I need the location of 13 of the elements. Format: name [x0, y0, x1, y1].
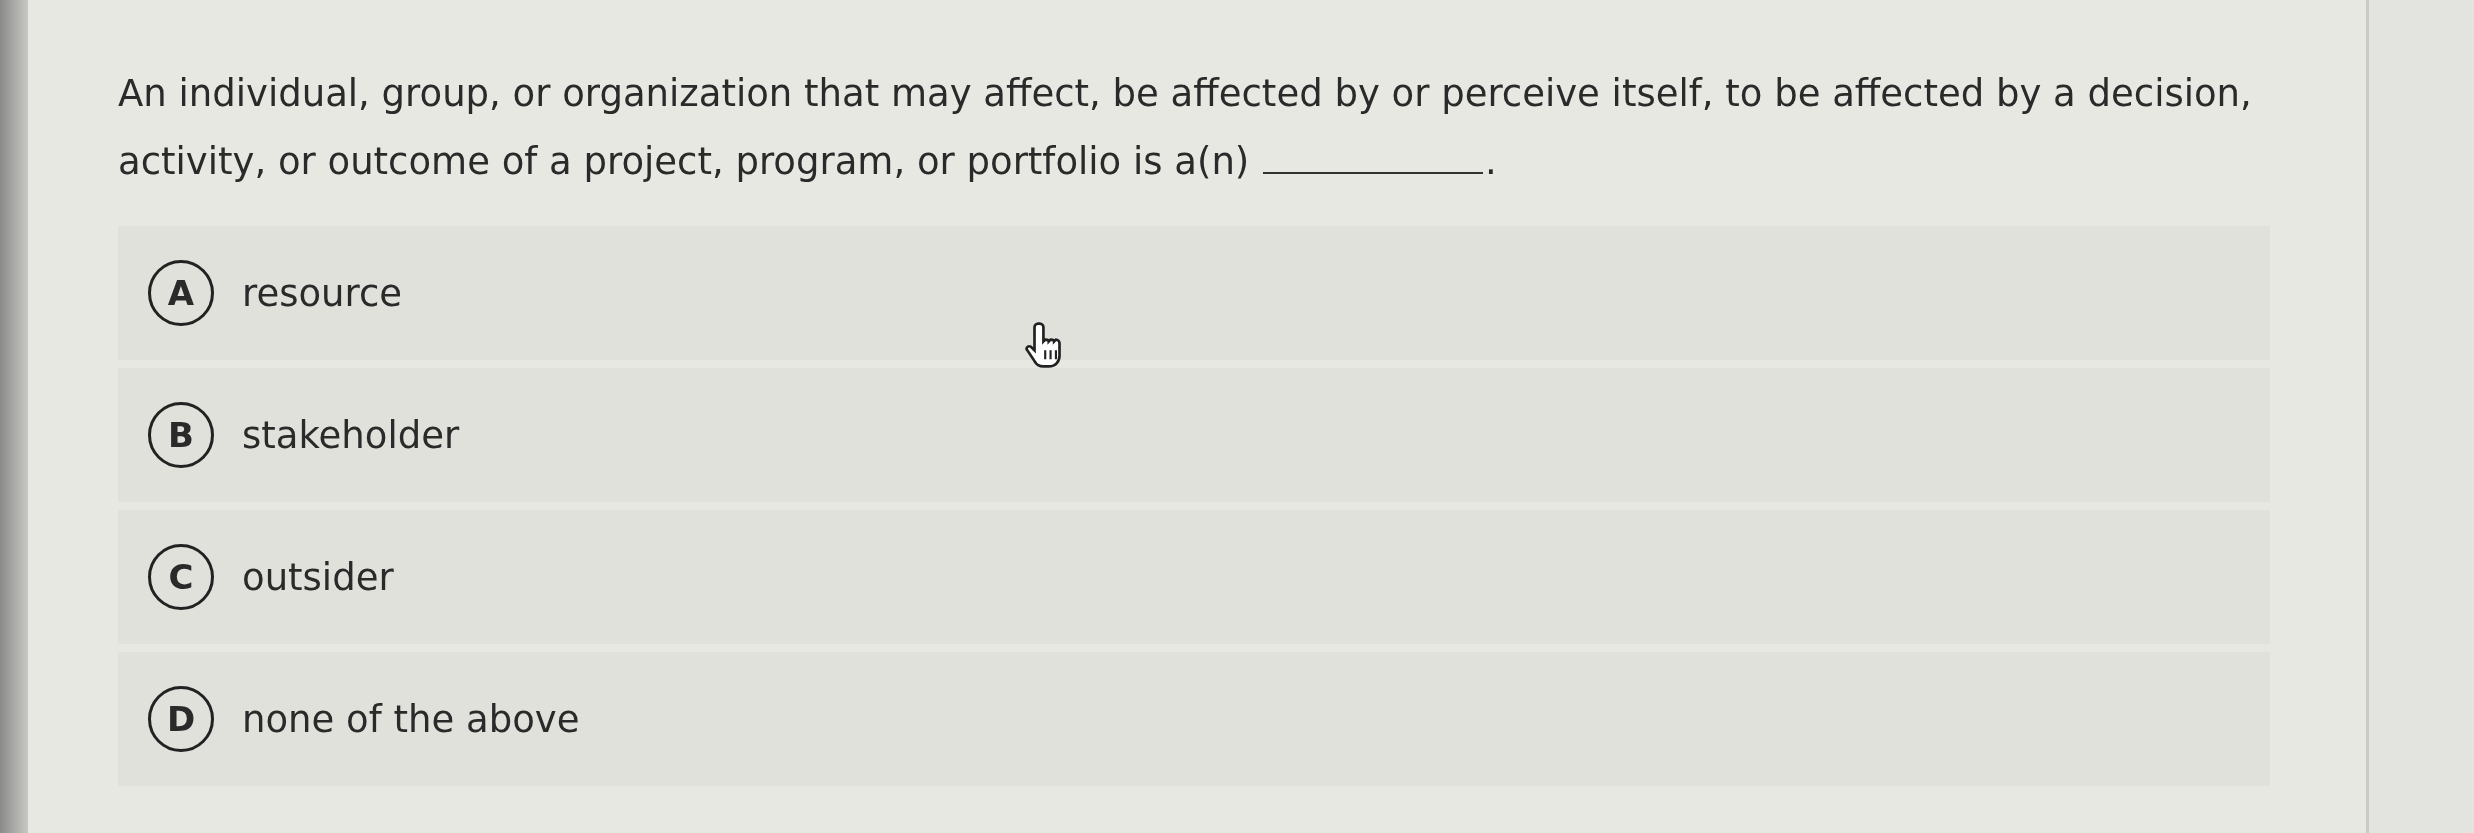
option-text: none of the above	[242, 697, 580, 741]
option-letter: B	[148, 402, 214, 468]
answer-option[interactable]: A resource	[118, 226, 2270, 360]
option-text: stakeholder	[242, 413, 460, 457]
answer-option[interactable]: C outsider	[118, 510, 2270, 644]
question-text: An individual, group, or organization that may affect, be affected by or perceive itself, to be affected by a decision, activity, or outcome of a project, program, or portfolio is a(n) .	[118, 71, 2253, 185]
option-text: outsider	[242, 555, 394, 599]
option-letter: A	[148, 260, 214, 326]
option-letter: C	[148, 544, 214, 610]
option-letter: D	[148, 686, 214, 752]
answer-option[interactable]: B stakeholder	[118, 368, 2270, 502]
answer-option[interactable]: D none of the above	[118, 652, 2270, 786]
option-text: resource	[242, 271, 403, 315]
